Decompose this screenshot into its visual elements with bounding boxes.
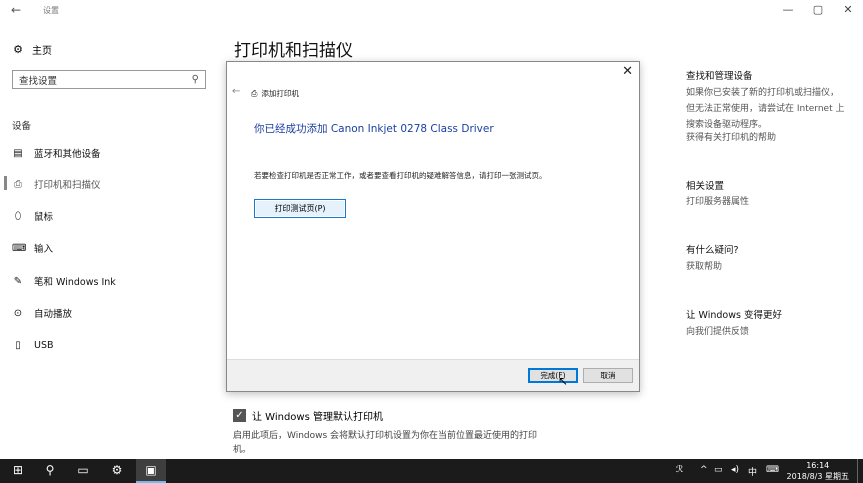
up-arrow-icon[interactable]: ^ bbox=[700, 465, 708, 475]
search-icon[interactable]: ⚲ bbox=[40, 463, 60, 477]
printer-icon: ⎙ bbox=[251, 88, 258, 98]
related-heading-settings: 相关设置 bbox=[686, 181, 725, 192]
related-text-driver-info: 如果你已安装了新的打印机或扫描仪，但无法正常使用，请尝试在 Internet 上… bbox=[686, 88, 845, 130]
sidebar-item-bluetooth[interactable]: ▤ 蓝牙和其他设备 bbox=[12, 144, 101, 162]
instruction-text: 若要检查打印机是否正常工作，或者要查看打印机的疑难解答信息，请打印一张测试页。 bbox=[254, 171, 547, 180]
search-placeholder: 查找设置 bbox=[19, 75, 58, 87]
get-help-link[interactable]: 获取帮助 bbox=[686, 259, 846, 275]
network-icon[interactable]: ℛ bbox=[676, 465, 683, 475]
start-windows-icon[interactable]: ⊞ bbox=[8, 463, 28, 477]
volume-icon[interactable]: ◂) bbox=[731, 465, 739, 475]
dialog-back-icon[interactable]: ← bbox=[232, 86, 240, 97]
sidebar-item-typing[interactable]: ⌨ 输入 bbox=[12, 239, 53, 257]
pen-icon: ✎ bbox=[13, 275, 23, 287]
sidebar-item-printers[interactable]: ⎙ 打印机和扫描仪 bbox=[12, 175, 101, 193]
mouse-icon: ⬯ bbox=[14, 210, 22, 222]
cancel-button[interactable]: 取消 bbox=[583, 368, 633, 383]
dialog-footer: 完成(F) 取消 bbox=[227, 359, 639, 391]
related-heading-questions: 有什么疑问? bbox=[686, 245, 739, 256]
finish-button[interactable]: 完成(F) bbox=[528, 368, 578, 383]
control-panel-icon[interactable]: ▣ bbox=[141, 463, 161, 477]
checkbox-label: 让 Windows 管理默认打印机 bbox=[252, 412, 383, 423]
sidebar-home[interactable]: ⚙ 主页 bbox=[12, 42, 52, 57]
taskbar: ⊞ ⚲ ▭ ⚙ ▣ ℛ ^ ▭ ◂) 中 ⌨ 16:14 2018/8/3 星期… bbox=[0, 459, 863, 483]
system-clock[interactable]: 16:14 2018/8/3 星期五 bbox=[787, 460, 849, 482]
task-view-icon[interactable]: ▭ bbox=[73, 463, 93, 477]
sidebar-item-label: 鼠标 bbox=[34, 212, 54, 223]
keyboard-icon[interactable]: ⌨ bbox=[766, 465, 779, 475]
sidebar: ⚙ 主页 查找设置 ⚲ 设备 ▤ 蓝牙和其他设备 ⎙ 打印机和扫描仪 ⬯ 鼠标 … bbox=[0, 22, 215, 458]
wifi-icon[interactable]: ▭ bbox=[714, 465, 723, 475]
checkbox-description: 启用此项后，Windows 会将默认打印机设置为你在当前位置最近使用的打印机。 bbox=[233, 431, 538, 455]
dialog-title: 添加打印机 bbox=[261, 89, 299, 98]
autoplay-icon: ⊙ bbox=[13, 307, 23, 319]
page-title: 打印机和扫描仪 bbox=[234, 41, 353, 61]
sidebar-item-label: 打印机和扫描仪 bbox=[34, 180, 101, 191]
default-printer-toggle-row[interactable]: ✓ 让 Windows 管理默认打印机 bbox=[233, 408, 383, 423]
ime-icon[interactable]: 中 bbox=[748, 465, 757, 478]
sidebar-item-mouse[interactable]: ⬯ 鼠标 bbox=[12, 207, 53, 225]
sidebar-item-autoplay[interactable]: ⊙ 自动播放 bbox=[12, 304, 72, 322]
sidebar-item-label: 蓝牙和其他设备 bbox=[34, 149, 101, 160]
related-heading-feedback: 让 Windows 变得更好 bbox=[686, 310, 782, 321]
maximize-button[interactable]: ▢ bbox=[808, 3, 828, 16]
sidebar-item-label: 笔和 Windows Ink bbox=[34, 277, 116, 288]
feedback-link[interactable]: 向我们提供反馈 bbox=[686, 324, 846, 340]
minimize-button[interactable]: — bbox=[778, 3, 798, 16]
sidebar-item-pen[interactable]: ✎ 笔和 Windows Ink bbox=[12, 272, 116, 290]
dialog-header: ⎙ 添加打印机 bbox=[251, 88, 299, 99]
close-button[interactable]: ✕ bbox=[838, 3, 858, 16]
mouse-cursor-icon: ↖ bbox=[558, 374, 569, 388]
show-desktop-button[interactable] bbox=[857, 459, 863, 483]
print-test-page-button[interactable]: 打印测试页(P) bbox=[254, 199, 346, 218]
active-indicator bbox=[4, 176, 7, 190]
sidebar-item-label: USB bbox=[34, 339, 54, 351]
settings-gear-icon[interactable]: ⚙ bbox=[107, 463, 127, 477]
checkbox[interactable]: ✓ bbox=[233, 409, 246, 422]
success-message: 你已经成功添加 Canon Inkjet 0278 Class Driver bbox=[254, 123, 494, 135]
window-titlebar: ← 设置 — ▢ ✕ bbox=[0, 0, 863, 22]
bluetooth-device-icon: ▤ bbox=[13, 147, 23, 159]
sidebar-item-usb[interactable]: ▯ USB bbox=[12, 336, 54, 354]
search-icon: ⚲ bbox=[191, 74, 199, 85]
clock-date: 2018/8/3 星期五 bbox=[786, 472, 849, 481]
home-label: 主页 bbox=[32, 46, 52, 57]
keyboard-icon: ⌨ bbox=[12, 242, 27, 254]
usb-icon: ▯ bbox=[15, 339, 21, 351]
add-printer-dialog: ✕ ← ⎙ 添加打印机 你已经成功添加 Canon Inkjet 0278 Cl… bbox=[226, 61, 640, 392]
section-label-devices: 设备 bbox=[12, 121, 32, 132]
print-server-properties-link[interactable]: 打印服务器属性 bbox=[686, 194, 846, 210]
search-input[interactable]: 查找设置 ⚲ bbox=[12, 70, 206, 89]
clock-time: 16:14 bbox=[806, 461, 830, 470]
related-heading-find-devices: 查找和管理设备 bbox=[686, 71, 753, 82]
gear-icon: ⚙ bbox=[13, 43, 23, 56]
sidebar-item-label: 自动播放 bbox=[34, 309, 73, 320]
back-arrow-icon[interactable]: ← bbox=[11, 3, 21, 17]
printer-icon: ⎙ bbox=[14, 178, 22, 190]
dialog-close-button[interactable]: ✕ bbox=[622, 64, 633, 79]
help-printers-link[interactable]: 获得有关打印机的帮助 bbox=[686, 130, 846, 146]
window-title: 设置 bbox=[43, 6, 59, 15]
sidebar-item-label: 输入 bbox=[34, 244, 54, 255]
